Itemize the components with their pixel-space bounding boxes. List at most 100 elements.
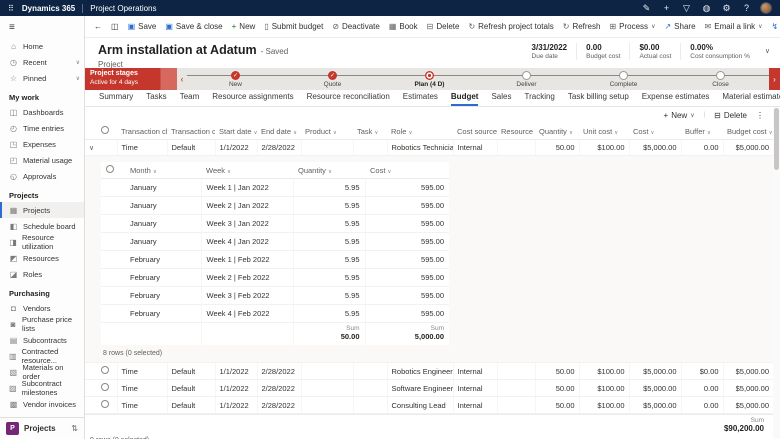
stage-complete[interactable]: Complete	[575, 68, 672, 90]
hamburger-icon[interactable]: ≡	[9, 22, 15, 33]
select-all-checkbox[interactable]	[106, 165, 114, 173]
column-header[interactable]: Task	[357, 127, 372, 136]
column-header[interactable]: Transaction cate	[171, 127, 215, 136]
tab-tracking[interactable]: Tracking	[524, 92, 554, 106]
sidebar-item-roles[interactable]: ◪ Roles	[0, 266, 84, 282]
tab-tasks[interactable]: Tasks	[146, 92, 166, 106]
subgrid-row[interactable]: January Week 1 | Jan 2022 5.95 595.00	[101, 178, 449, 197]
sidebar-item-expenses[interactable]: ◳ Expenses	[0, 136, 84, 152]
column-header[interactable]: Unit cost	[583, 127, 612, 136]
vertical-scrollbar[interactable]	[773, 107, 780, 439]
column-header[interactable]: Role	[391, 127, 406, 136]
book-button[interactable]: ▦ Book	[389, 22, 418, 31]
tab-task-billing-setup[interactable]: Task billing setup	[568, 92, 629, 106]
flow-button[interactable]: ↯ Flow ∨	[772, 22, 780, 31]
delete-button[interactable]: ⊟ Delete	[427, 22, 460, 31]
deactivate-button[interactable]: ⊘ Deactivate	[332, 22, 380, 31]
area-switcher[interactable]: P Projects ⇅	[0, 417, 84, 439]
stage-quote[interactable]: ✓ Quote	[284, 68, 381, 90]
sidebar-item-schedule-board[interactable]: ◧ Schedule board	[0, 218, 84, 234]
sidebar-item-dashboards[interactable]: ◫ Dashboards	[0, 104, 84, 120]
tab-team[interactable]: Team	[180, 92, 200, 106]
subgrid-row[interactable]: January Week 4 | Jan 2022 5.95 595.00	[101, 232, 449, 251]
column-header[interactable]: Transaction class	[121, 127, 167, 136]
grid-more-icon[interactable]: ⋮	[756, 111, 764, 120]
help-icon[interactable]: ?	[740, 3, 753, 13]
stage-scroll-left-icon[interactable]: ‹	[177, 68, 187, 90]
subgrid-row[interactable]: January Week 3 | Jan 2022 5.95 595.00	[101, 214, 449, 233]
stage-close[interactable]: Close	[672, 68, 769, 90]
table-row[interactable]: ∨ Time Default 1/1/2022 2/28/2022 Roboti…	[85, 139, 773, 156]
tab-resource-reconciliation[interactable]: Resource reconciliation	[307, 92, 390, 106]
select-all-checkbox[interactable]	[101, 126, 109, 134]
scrollbar-thumb[interactable]	[774, 108, 779, 170]
sidebar-item-materials-on-order[interactable]: ▧ Materials on order	[0, 363, 84, 381]
new-button[interactable]: + New	[232, 22, 256, 31]
stage-scroll-right-icon[interactable]: ›	[769, 68, 780, 90]
sidebar-item-home[interactable]: ⌂ Home	[0, 38, 84, 54]
refresh-project-totals-button[interactable]: ↻ Refresh project totals	[468, 22, 553, 31]
stage-deliver[interactable]: Deliver	[478, 68, 575, 90]
app-name-label[interactable]: Project Operations	[90, 4, 156, 13]
tab-sales[interactable]: Sales	[491, 92, 511, 106]
table-row[interactable]: Time Default 1/1/2022 2/28/2022 Robotics…	[85, 362, 773, 380]
compose-icon[interactable]: ✎	[640, 3, 653, 14]
subgrid-row[interactable]: January Week 2 | Jan 2022 5.95 595.00	[101, 196, 449, 215]
sidebar-item-purchase-price-lists[interactable]: ◙ Purchase price lists	[0, 315, 84, 333]
save-button[interactable]: ▣ Save	[128, 22, 157, 31]
add-icon[interactable]: +	[660, 3, 673, 13]
sidebar-item-time-entries[interactable]: ◴ Time entries	[0, 120, 84, 136]
column-header[interactable]: Resource	[501, 127, 533, 136]
table-row[interactable]: Time Default 1/1/2022 2/28/2022 Software…	[85, 379, 773, 397]
tab-expense-estimates[interactable]: Expense estimates	[642, 92, 710, 106]
row-checkbox[interactable]	[101, 366, 109, 374]
column-header[interactable]: Cost	[633, 127, 648, 136]
tab-estimates[interactable]: Estimates	[403, 92, 438, 106]
sidebar-item-vendor-invoices[interactable]: ▩ Vendor invoices	[0, 396, 84, 412]
header-chevron-icon[interactable]: ∨	[765, 43, 770, 55]
column-header[interactable]: Week	[206, 166, 225, 175]
column-header[interactable]: Product	[305, 127, 331, 136]
table-row[interactable]: Time Default 1/1/2022 2/28/2022 Consulti…	[85, 396, 773, 414]
sidebar-item-pinned[interactable]: ☆ Pinned ∨	[0, 70, 84, 86]
column-header[interactable]: Month	[130, 166, 151, 175]
sidebar-item-subcontracts[interactable]: ▤ Subcontracts	[0, 332, 84, 348]
process-button[interactable]: ⊞ Process ∨	[609, 22, 655, 31]
tab-material-estimates[interactable]: Material estimates	[722, 92, 780, 106]
column-header[interactable]: End date	[261, 127, 291, 136]
column-header[interactable]: Quantity	[539, 127, 567, 136]
submit-budget-button[interactable]: ▯ Submit budget	[264, 22, 323, 31]
process-stage-box[interactable]: Project stages Active for 4 days	[85, 68, 177, 90]
area-switch-icon[interactable]: ⇅	[71, 424, 78, 433]
column-header[interactable]: Start date	[219, 127, 252, 136]
sidebar-item-recent[interactable]: ◷ Recent ∨	[0, 54, 84, 70]
stage-new[interactable]: ✓ New	[187, 68, 284, 90]
tab-summary[interactable]: Summary	[99, 92, 133, 106]
filter-icon[interactable]: ▽	[680, 3, 693, 14]
chevron-down-icon[interactable]: ∨	[76, 59, 80, 66]
sidebar-item-contracted-resource[interactable]: ▥ Contracted resource...	[0, 347, 84, 365]
column-header[interactable]: Quantity	[298, 166, 326, 175]
sidebar-item-projects[interactable]: ▦ Projects	[0, 202, 84, 218]
email-link-button[interactable]: ✉ Email a link ∨	[705, 22, 763, 31]
sidebar-item-resources[interactable]: ◩ Resources	[0, 250, 84, 266]
subgrid-row[interactable]: February Week 1 | Feb 2022 5.95 595.00	[101, 250, 449, 269]
subgrid-row[interactable]: February Week 2 | Feb 2022 5.95 595.00	[101, 268, 449, 287]
row-checkbox[interactable]	[101, 400, 109, 408]
tab-resource-assignments[interactable]: Resource assignments	[212, 92, 293, 106]
subgrid-row[interactable]: February Week 3 | Feb 2022 5.95 595.00	[101, 286, 449, 305]
sidebar-item-subcontract-milestones[interactable]: ▨ Subcontract milestones	[0, 379, 84, 397]
tab-budget[interactable]: Budget	[450, 92, 479, 106]
sidebar-item-resource-utilization[interactable]: ◨ Resource utilization	[0, 233, 84, 251]
back-icon[interactable]: ←	[94, 22, 102, 31]
save-and-close-button[interactable]: ▣ Save & close	[165, 22, 222, 31]
column-header[interactable]: Buffer	[685, 127, 705, 136]
side-panel-icon[interactable]: ◫	[111, 22, 119, 31]
row-expander-icon[interactable]: ∨	[89, 145, 94, 152]
grid-new-button[interactable]: + New ∨	[664, 111, 695, 120]
column-header[interactable]: Cost	[370, 166, 385, 175]
sidebar-item-material-usage[interactable]: ◰ Material usage	[0, 152, 84, 168]
column-header[interactable]: Budget cost	[727, 127, 767, 136]
share-button[interactable]: ↗ Share	[664, 22, 695, 31]
sidebar-item-approvals[interactable]: ◵ Approvals	[0, 168, 84, 184]
